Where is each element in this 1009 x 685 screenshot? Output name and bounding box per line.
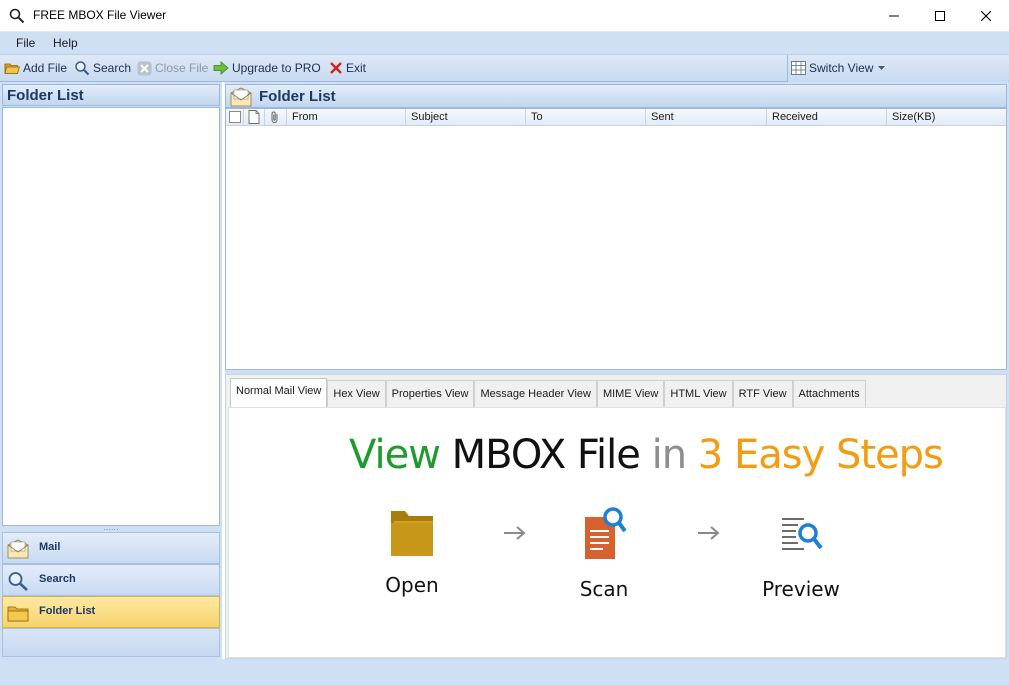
- mail-icon: [230, 87, 252, 107]
- right-pane-header: Folder List: [225, 84, 1007, 108]
- headline-mbox-file: MBOX File: [451, 432, 641, 478]
- close-file-icon: [137, 61, 152, 75]
- left-pane: Folder List ...... Mail Search Folder Li…: [0, 82, 222, 659]
- title-bar: FREE MBOX File Viewer: [0, 0, 1009, 32]
- step-open-label: Open: [385, 573, 439, 597]
- left-pane-title: Folder List: [7, 87, 84, 104]
- exit-label: Exit: [346, 61, 367, 75]
- paperclip-icon: [271, 111, 278, 123]
- folder-tree[interactable]: [2, 107, 220, 526]
- preview-document-icon: [782, 518, 823, 550]
- message-list-header: From Subject To Sent Received Size(KB): [226, 109, 1006, 126]
- checkbox-icon: [229, 111, 241, 123]
- step-scan: Scan: [544, 505, 664, 601]
- message-list[interactable]: From Subject To Sent Received Size(KB): [225, 108, 1007, 370]
- step-preview-label: Preview: [762, 577, 840, 601]
- exit-x-icon: [330, 62, 342, 74]
- tab-rtf-view[interactable]: RTF View: [732, 380, 793, 408]
- folder-icon: [391, 511, 433, 556]
- headline-easy-steps: 3 Easy Steps: [697, 432, 944, 478]
- arrow-right-icon: [698, 526, 720, 540]
- upgrade-label: Upgrade to PRO: [232, 61, 321, 75]
- search-label: Search: [93, 61, 132, 75]
- menu-file[interactable]: File: [16, 36, 35, 50]
- upgrade-button[interactable]: Upgrade to PRO: [213, 59, 321, 77]
- nav-search-label: Search: [39, 573, 76, 585]
- menu-help[interactable]: Help: [53, 36, 78, 50]
- close-file-label: Close File: [155, 61, 209, 75]
- search-icon: [9, 8, 25, 24]
- tab-attachments[interactable]: Attachments: [792, 380, 866, 408]
- document-icon: [248, 110, 260, 124]
- right-pane-title: Folder List: [259, 88, 336, 105]
- step-open: Open: [352, 505, 472, 597]
- exit-button[interactable]: Exit: [329, 59, 366, 77]
- nav-mail-label: Mail: [39, 541, 61, 553]
- add-file-button[interactable]: Add File: [4, 59, 67, 77]
- col-attachment[interactable]: [265, 109, 287, 126]
- tab-mime-view[interactable]: MIME View: [596, 380, 665, 408]
- tab-properties-view[interactable]: Properties View: [385, 380, 475, 408]
- arrow-right-icon: [213, 61, 229, 75]
- scan-document-icon: [585, 507, 627, 559]
- minimize-icon: [889, 15, 899, 17]
- tab-message-header-view[interactable]: Message Header View: [474, 380, 597, 408]
- preview-tabs: Normal Mail View Hex View Properties Vie…: [230, 378, 866, 408]
- search-button[interactable]: Search: [74, 59, 131, 77]
- headline-view: View: [349, 432, 441, 478]
- tab-html-view[interactable]: HTML View: [664, 380, 733, 408]
- nav-footer: [2, 628, 220, 657]
- search-icon: [8, 572, 28, 591]
- nav-folder-list-button[interactable]: Folder List: [2, 596, 220, 628]
- headline-in: in: [651, 432, 687, 478]
- grid-view-icon: [791, 61, 806, 75]
- left-pane-header: Folder List: [2, 84, 220, 106]
- switch-view-area: Switch View: [787, 55, 1008, 82]
- step-preview: Preview: [741, 505, 861, 601]
- nav-search-button[interactable]: Search: [2, 564, 220, 596]
- col-sent[interactable]: Sent: [646, 109, 767, 126]
- promo-headline: View MBOX File in 3 Easy Steps: [349, 432, 944, 478]
- col-size[interactable]: Size(KB): [887, 109, 1006, 126]
- right-pane: Folder List From Subject To Sent Receive…: [225, 82, 1009, 659]
- col-subject[interactable]: Subject: [406, 109, 526, 126]
- folder-icon: [7, 606, 29, 622]
- col-document[interactable]: [244, 109, 265, 126]
- menu-bar: File Help: [0, 32, 1009, 55]
- arrow-right-icon: [504, 526, 526, 540]
- switch-view-label: Switch View: [809, 61, 874, 75]
- mail-icon: [7, 539, 29, 559]
- col-from[interactable]: From: [287, 109, 406, 126]
- nav-folder-list-label: Folder List: [39, 605, 96, 617]
- step-scan-label: Scan: [579, 577, 629, 601]
- close-file-button[interactable]: Close File: [137, 59, 208, 77]
- nav-mail-button[interactable]: Mail: [2, 532, 220, 564]
- minimize-button[interactable]: [871, 0, 917, 32]
- close-icon: [981, 11, 991, 21]
- switch-view-button[interactable]: Switch View: [791, 59, 886, 77]
- window-title: FREE MBOX File Viewer: [33, 8, 167, 22]
- col-received[interactable]: Received: [767, 109, 887, 126]
- search-icon: [75, 61, 90, 76]
- col-select[interactable]: [226, 109, 244, 126]
- status-bar: [0, 659, 1009, 685]
- col-to[interactable]: To: [526, 109, 646, 126]
- preview-pane: Normal Mail View Hex View Properties Vie…: [225, 374, 1007, 659]
- maximize-icon: [935, 11, 945, 21]
- add-file-label: Add File: [23, 61, 68, 75]
- open-folder-icon: [4, 63, 20, 74]
- mail-content-area: View MBOX File in 3 Easy Steps Open Scan…: [228, 407, 1006, 658]
- maximize-button[interactable]: [917, 0, 963, 32]
- dropdown-arrow-icon: [878, 65, 886, 70]
- tab-hex-view[interactable]: Hex View: [327, 380, 386, 408]
- close-button[interactable]: [963, 0, 1009, 32]
- tab-normal-mail-view[interactable]: Normal Mail View: [230, 378, 328, 408]
